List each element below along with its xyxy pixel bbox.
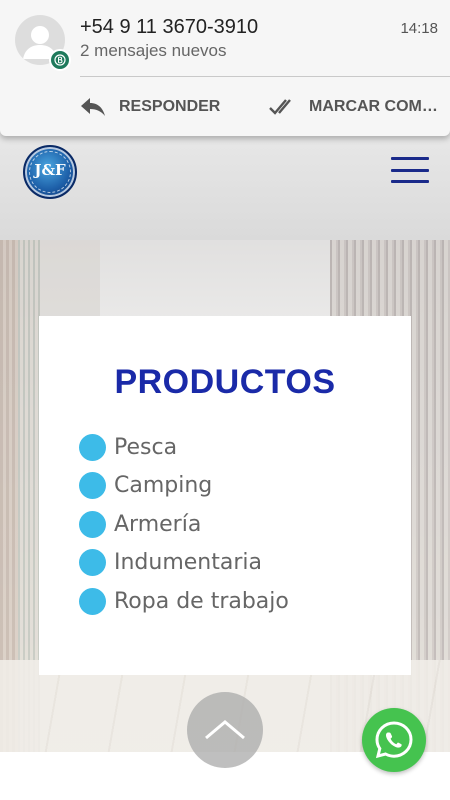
bullet-icon [79, 510, 106, 538]
product-item-camping[interactable]: Camping [79, 467, 289, 506]
double-check-icon [269, 99, 291, 115]
bullet-icon [79, 549, 106, 577]
product-label: Armería [114, 511, 202, 537]
reply-button[interactable]: RESPONDER [80, 89, 220, 125]
hamburger-line [391, 168, 429, 172]
notification-time: 14:18 [400, 20, 438, 37]
whatsapp-button[interactable] [362, 708, 426, 772]
product-item-indumentaria[interactable]: Indumentaria [79, 544, 289, 583]
notification-divider [80, 76, 450, 77]
mark-as-read-label: MARCAR COM… [309, 98, 438, 115]
logo-text: J&F [34, 161, 66, 179]
whatsapp-icon [375, 721, 413, 759]
product-label: Indumentaria [114, 550, 262, 576]
product-item-ropa-de-trabajo[interactable]: Ropa de trabajo [79, 582, 289, 621]
whatsapp-notification[interactable]: +54 9 11 3670-3910 14:18 2 mensajes nuev… [0, 0, 450, 136]
products-card: PRODUCTOS Pesca Camping Armería Indument… [39, 316, 411, 675]
product-label: Pesca [114, 434, 178, 460]
whatsapp-business-badge-icon [49, 49, 71, 71]
hamburger-line [391, 180, 429, 183]
product-label: Camping [114, 473, 213, 499]
product-item-armeria[interactable]: Armería [79, 505, 289, 544]
notification-subtitle: 2 mensajes nuevos [80, 41, 227, 60]
chevron-up-icon [205, 720, 245, 740]
mark-as-read-button[interactable]: MARCAR COM… [268, 89, 438, 125]
bullet-icon [79, 433, 106, 461]
bullet-icon [79, 587, 106, 615]
product-item-pesca[interactable]: Pesca [79, 428, 289, 467]
reply-icon [81, 98, 105, 116]
bullet-icon [79, 472, 106, 500]
notification-title: +54 9 11 3670-3910 [80, 16, 259, 38]
hamburger-line [391, 157, 429, 160]
products-list: Pesca Camping Armería Indumentaria Ropa … [79, 428, 289, 621]
products-title: PRODUCTOS [114, 363, 336, 401]
site-logo[interactable]: J&F [23, 145, 77, 199]
scroll-to-top-button[interactable] [187, 692, 263, 768]
product-label: Ropa de trabajo [114, 588, 289, 614]
hamburger-menu-icon[interactable] [391, 157, 429, 183]
reply-label: RESPONDER [119, 98, 221, 115]
b-glyph-icon [54, 54, 66, 66]
